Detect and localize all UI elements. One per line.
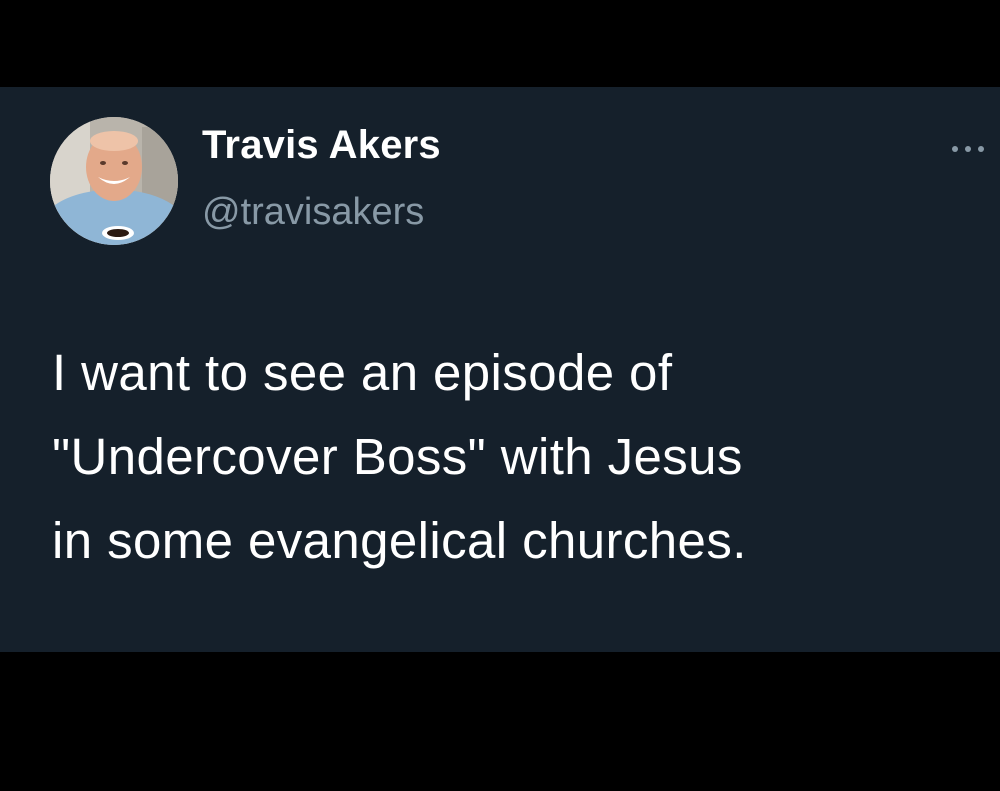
tweet-text-line: "Undercover Boss" with Jesus [52, 428, 743, 485]
tweet-text: I want to see an episode of "Undercover … [52, 331, 982, 583]
more-options-icon [978, 146, 984, 152]
user-avatar-photo-icon [50, 117, 178, 245]
more-options-icon [965, 146, 971, 152]
author-handle[interactable]: @travisakers [202, 191, 424, 234]
author-name[interactable]: Travis Akers [202, 123, 441, 168]
tweet-text-line: I want to see an episode of [52, 344, 673, 401]
user-avatar[interactable] [50, 117, 178, 245]
tweet-card[interactable]: Travis Akers @travisakers I want to see … [0, 87, 1000, 652]
more-options-button[interactable] [950, 139, 990, 159]
more-options-icon [952, 146, 958, 152]
tweet-text-line: in some evangelical churches. [52, 512, 747, 569]
